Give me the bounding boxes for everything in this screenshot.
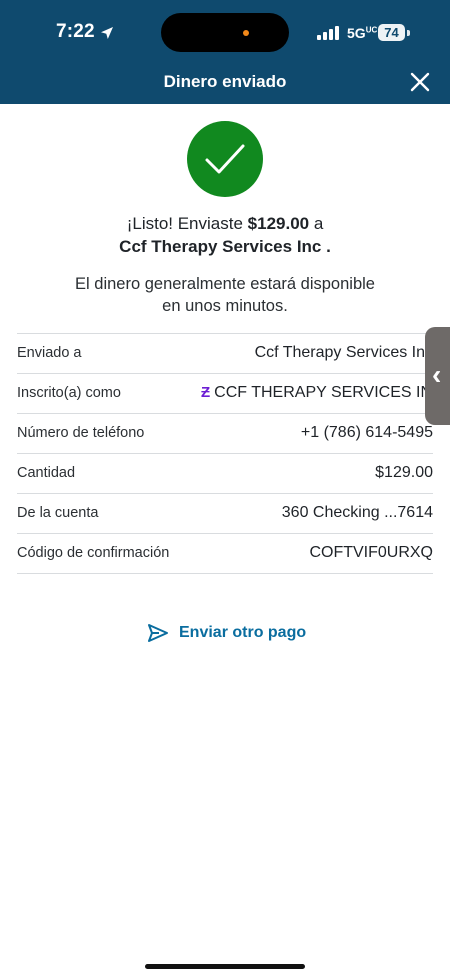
success-badge	[187, 121, 263, 197]
payment-details: Enviado a Ccf Therapy Services Inc Inscr…	[17, 333, 433, 574]
page-title: Dinero enviado	[163, 72, 287, 91]
privacy-indicator-dot	[243, 30, 249, 36]
confirmation-connector: a	[309, 214, 324, 233]
detail-label: Cantidad	[17, 465, 76, 481]
detail-value: +1 (786) 614-5495	[300, 424, 433, 441]
availability-note-line2: en unos minutos.	[162, 297, 288, 315]
detail-value: 360 Checking ...7614	[281, 504, 433, 521]
close-button[interactable]	[405, 67, 435, 97]
sent-amount: $129.00	[247, 214, 310, 233]
network-type: 5GUC	[347, 25, 377, 41]
battery-tip	[407, 30, 410, 36]
side-panel-handle[interactable]: ‹	[425, 327, 450, 425]
confirmation-prefix: ¡Listo! Enviaste	[126, 214, 248, 233]
battery-level: 74	[378, 24, 405, 41]
send-another-payment-button[interactable]: Enviar otro pago	[147, 621, 306, 645]
detail-label: De la cuenta	[17, 505, 99, 521]
detail-label: Enviado a	[17, 345, 82, 361]
status-time: 7:22	[56, 21, 95, 42]
availability-note-line1: El dinero generalmente estará disponible	[75, 275, 375, 293]
network-sup: UC	[365, 25, 378, 35]
dynamic-island	[161, 13, 289, 52]
detail-row-phone: Número de teléfono +1 (786) 614-5495	[17, 414, 433, 454]
detail-row-from-account: De la cuenta 360 Checking ...7614	[17, 494, 433, 534]
network-label: 5G	[347, 25, 366, 41]
send-another-label: Enviar otro pago	[179, 624, 307, 641]
detail-row-amount: Cantidad $129.00	[17, 454, 433, 494]
close-icon	[410, 72, 430, 92]
detail-label: Inscrito(a) como	[17, 385, 121, 401]
recipient-name: Ccf Therapy Services Inc .	[119, 237, 331, 256]
nav-bar: Dinero enviado	[0, 62, 450, 104]
detail-value: CCF THERAPY SERVICES INC	[214, 384, 433, 401]
location-arrow-icon	[101, 27, 113, 39]
detail-row-enrolled-as: Inscrito(a) como Ƶ CCF THERAPY SERVICES I…	[17, 374, 433, 414]
detail-label: Código de confirmación	[17, 545, 170, 561]
signal-icon	[317, 26, 339, 40]
send-icon	[148, 624, 168, 642]
status-bar: 7:22 5GUC 74	[0, 0, 450, 62]
zelle-icon: Ƶ	[201, 384, 211, 401]
chevron-left-icon: ‹	[432, 359, 442, 390]
detail-row-sent-to: Enviado a Ccf Therapy Services Inc	[17, 334, 433, 374]
detail-value: Ccf Therapy Services Inc	[254, 344, 433, 361]
detail-value: COFTVIF0URXQ	[309, 544, 433, 561]
home-indicator[interactable]	[145, 964, 305, 969]
detail-label: Número de teléfono	[17, 425, 145, 441]
detail-row-confirmation-code: Código de confirmación COFTVIF0URXQ	[17, 534, 433, 574]
confirmation-message: ¡Listo! Enviaste $129.00 a	[0, 214, 450, 234]
detail-value: $129.00	[375, 464, 433, 481]
checkmark-icon	[205, 144, 245, 174]
detail-value-wrap: Ƶ CCF THERAPY SERVICES INC	[201, 384, 433, 402]
